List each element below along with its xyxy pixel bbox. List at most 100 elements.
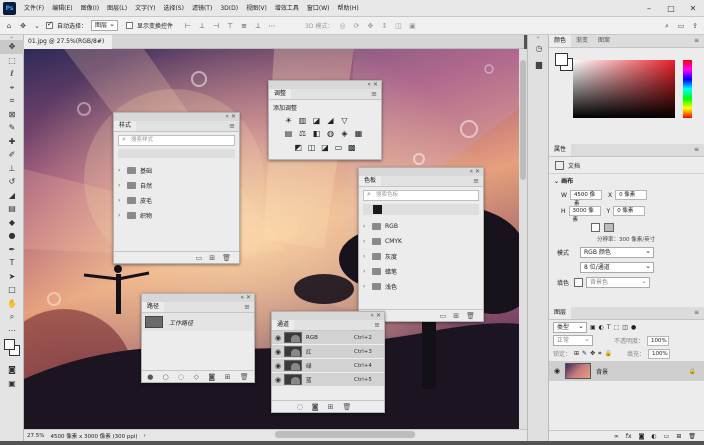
- panel-menu-icon[interactable]: ≡: [371, 90, 377, 98]
- style-folder[interactable]: › 基础: [114, 163, 239, 178]
- delete-icon[interactable]: 🗑: [222, 254, 231, 262]
- swatch-folder[interactable]: › RGB: [359, 219, 483, 234]
- width-input[interactable]: 4500 像素: [569, 190, 602, 207]
- recent-swatch[interactable]: [373, 205, 382, 214]
- fill-input[interactable]: 100%: [648, 348, 670, 359]
- clone-stamp-tool-icon[interactable]: ⊥: [0, 162, 24, 176]
- rectangle-tool-icon[interactable]: □: [0, 283, 24, 297]
- invert-icon[interactable]: ◩: [293, 143, 303, 153]
- new-group-icon[interactable]: ▭: [440, 312, 447, 320]
- pixel-filter-icon[interactable]: ▣: [590, 324, 596, 331]
- style-folder[interactable]: › 织物: [114, 208, 239, 223]
- home-icon[interactable]: ⌂: [4, 21, 14, 31]
- foreground-color-swatch[interactable]: [4, 339, 15, 350]
- align-right-icon[interactable]: ⊣: [211, 21, 221, 31]
- lasso-tool-icon[interactable]: ℓ: [0, 67, 24, 81]
- quick-select-tool-icon[interactable]: ⌖: [0, 81, 24, 95]
- close-icon[interactable]: ✕: [682, 0, 704, 17]
- tab-paths[interactable]: 路径: [142, 302, 165, 312]
- lock-position-icon[interactable]: ✥: [590, 350, 595, 357]
- maximize-icon[interactable]: □: [660, 0, 682, 17]
- eraser-tool-icon[interactable]: ◢: [0, 189, 24, 203]
- channel-row[interactable]: ◉ 绿 Ctrl+4: [272, 359, 384, 373]
- menu-filter[interactable]: 滤镜(T): [188, 0, 216, 17]
- eye-icon[interactable]: ◉: [272, 334, 284, 342]
- status-arrow-icon[interactable]: ›: [144, 433, 146, 439]
- panel-collapse-icon[interactable]: « ✕: [142, 294, 254, 302]
- foreground-color-swatch[interactable]: [555, 53, 568, 66]
- 3d-drag-icon[interactable]: ✥: [365, 21, 375, 31]
- tab-color[interactable]: 颜色: [549, 35, 572, 47]
- document-tab[interactable]: 01.jpg @ 27.5%(RGB/8#) * ✕: [24, 35, 112, 59]
- path-row[interactable]: 工作路径: [142, 313, 254, 331]
- quick-mask-icon[interactable]: ◙: [0, 363, 24, 377]
- panel-menu-icon[interactable]: ≡: [374, 321, 380, 329]
- workspace-icon[interactable]: ▭: [676, 21, 686, 31]
- opacity-input[interactable]: 100%: [647, 335, 670, 346]
- saturation-brightness-field[interactable]: [573, 60, 675, 118]
- panel-menu-icon[interactable]: ≡: [229, 122, 235, 130]
- hue-saturation-icon[interactable]: ▤: [283, 129, 294, 139]
- fill-color-swatch[interactable]: [574, 277, 583, 287]
- style-folder[interactable]: › 皮毛: [114, 193, 239, 208]
- tab-layers[interactable]: 图层: [549, 307, 572, 319]
- menu-image[interactable]: 图像(I): [77, 0, 103, 17]
- zoom-level[interactable]: 27.5%: [27, 433, 44, 439]
- black-white-icon[interactable]: ◧: [311, 129, 322, 139]
- auto-select-checkbox[interactable]: [46, 20, 53, 29]
- panel-collapse-icon[interactable]: « ✕: [269, 81, 381, 89]
- share-icon[interactable]: ⇪: [690, 21, 700, 31]
- color-balance-icon[interactable]: ⚖: [297, 129, 308, 139]
- eye-icon[interactable]: ◉: [272, 376, 284, 384]
- more-options-icon[interactable]: ⋯: [267, 21, 277, 31]
- crop-tool-icon[interactable]: ⌗: [0, 94, 24, 108]
- eyedropper-tool-icon[interactable]: ✎: [0, 121, 24, 135]
- tab-properties[interactable]: 属性: [549, 144, 572, 156]
- 3d-camera-icon[interactable]: ▣: [407, 21, 417, 31]
- delete-icon[interactable]: 🗑: [688, 433, 696, 440]
- panel-menu-icon[interactable]: ≡: [689, 307, 704, 319]
- new-style-icon[interactable]: ⊞: [209, 254, 215, 262]
- panel-menu-icon[interactable]: ≡: [689, 35, 704, 47]
- channel-row[interactable]: ◉ 红 Ctrl+3: [272, 345, 384, 359]
- tab-gradient[interactable]: 渐变: [571, 35, 593, 47]
- vertical-scrollbar-thumb[interactable]: [520, 60, 526, 180]
- save-selection-icon[interactable]: ◙: [312, 403, 319, 411]
- x-input[interactable]: 0 像素: [615, 190, 648, 200]
- move-tool-icon[interactable]: ✥: [18, 21, 28, 31]
- menu-type[interactable]: 文字(Y): [131, 0, 159, 17]
- exposure-icon[interactable]: ◢: [325, 116, 336, 126]
- menu-select[interactable]: 选择(S): [159, 0, 188, 17]
- lock-artboard-icon[interactable]: ⌗: [598, 350, 601, 358]
- channel-mixer-icon[interactable]: ◈: [339, 129, 350, 139]
- stroke-path-icon[interactable]: ○: [163, 373, 169, 381]
- link-layers-icon[interactable]: ∞: [614, 433, 619, 440]
- height-input[interactable]: 3000 像素: [568, 206, 601, 223]
- panel-collapse-icon[interactable]: « ✕: [359, 168, 483, 176]
- show-transform-checkbox[interactable]: [126, 22, 134, 29]
- blur-tool-icon[interactable]: ◆: [0, 216, 24, 230]
- menu-edit[interactable]: 编辑(E): [48, 0, 76, 17]
- 3d-orbit-icon[interactable]: ◎: [337, 21, 347, 31]
- delete-icon[interactable]: 🗑: [342, 403, 351, 411]
- type-filter-icon[interactable]: T: [607, 324, 611, 331]
- new-path-icon[interactable]: ⊞: [225, 373, 231, 381]
- layer-row[interactable]: ◉ 背景 🔒: [549, 361, 704, 381]
- hand-tool-icon[interactable]: ✋: [0, 297, 24, 311]
- layer-kind-dropdown[interactable]: 类型: [553, 321, 587, 333]
- smart-filter-icon[interactable]: ◫: [622, 324, 628, 331]
- horizontal-scrollbar-thumb[interactable]: [275, 431, 415, 438]
- minimize-icon[interactable]: –: [638, 0, 660, 17]
- align-top-icon[interactable]: ⊤: [225, 21, 235, 31]
- frame-tool-icon[interactable]: ⊠: [0, 108, 24, 122]
- align-middle-icon[interactable]: ≡: [239, 21, 249, 31]
- selective-color-icon[interactable]: ▩: [347, 143, 357, 153]
- marquee-tool-icon[interactable]: ⬚: [0, 54, 24, 68]
- add-mask-icon[interactable]: ◙: [639, 433, 645, 440]
- hue-slider[interactable]: [683, 60, 692, 118]
- healing-brush-tool-icon[interactable]: ✚: [0, 135, 24, 149]
- move-tool-icon[interactable]: ✥: [0, 40, 24, 54]
- align-left-icon[interactable]: ⊢: [183, 21, 193, 31]
- brush-tool-icon[interactable]: ✐: [0, 148, 24, 162]
- search-icon[interactable]: ⌕: [662, 21, 672, 31]
